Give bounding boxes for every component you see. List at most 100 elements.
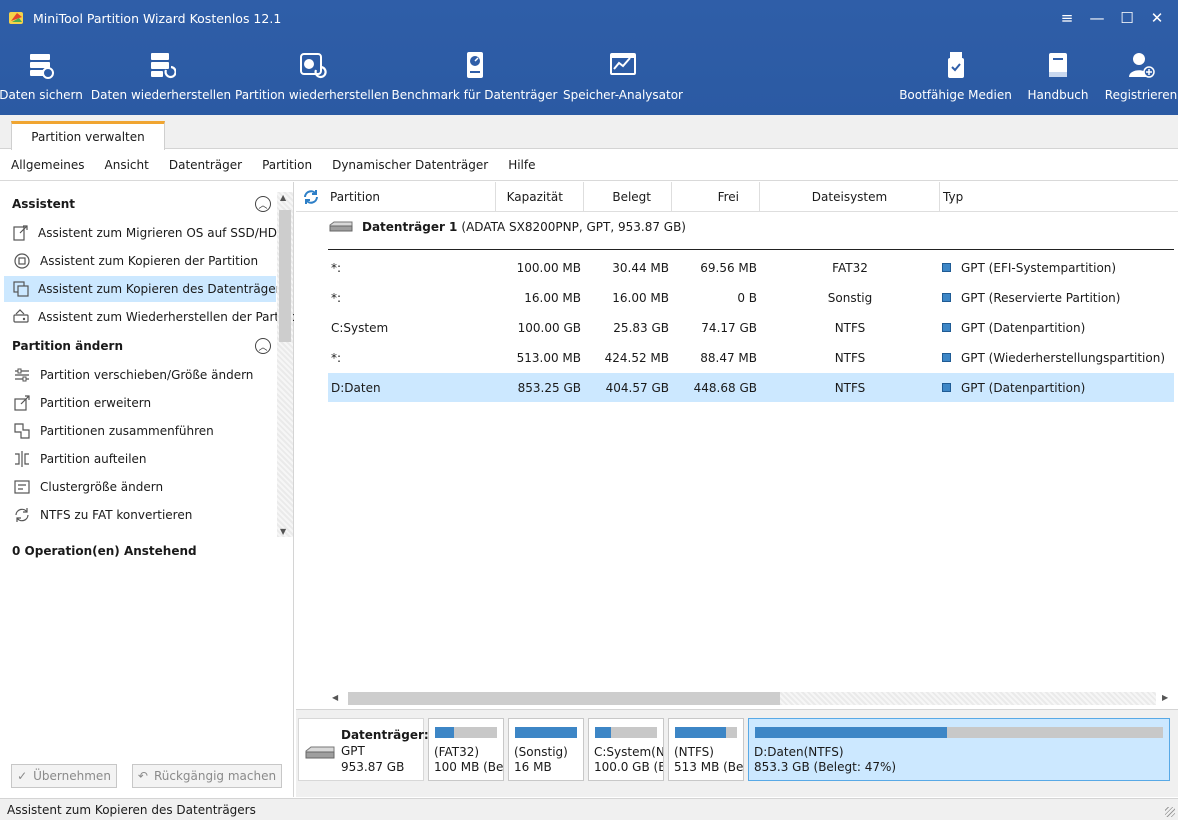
toolbar-space-analyzer-button[interactable]: Speicher-Analysator — [563, 50, 683, 108]
menu-hilfe[interactable]: Hilfe — [508, 158, 535, 172]
undo-button[interactable]: ↶ Rückgängig machen — [132, 764, 282, 788]
sidebar-item-resize[interactable]: Partition verschieben/Größe ändern — [4, 362, 276, 388]
disk-header-row[interactable]: Datenträger 1 (ADATA SX8200PNP, GPT, 953… — [328, 220, 686, 234]
action-list[interactable]: Assistent ︿ Assistent zum Migrieren OS a… — [0, 182, 294, 538]
scroll-left-icon[interactable]: ◀ — [332, 693, 338, 702]
sidebar-item-extend[interactable]: Partition erweitern — [4, 390, 276, 416]
table-row[interactable]: *: 513.00 MB 424.52 MB 88.47 MB NTFS GPT… — [328, 343, 1174, 372]
usage-bar — [595, 727, 657, 738]
disk-map-partition[interactable]: (Sonstig) 16 MB — [508, 718, 584, 781]
menu-icon[interactable]: ≡ — [1052, 6, 1082, 30]
sidebar-item-copy-disk[interactable]: Assistent zum Kopieren des Datenträgers — [4, 276, 287, 302]
toolbar-label: Handbuch — [1027, 88, 1089, 102]
partition-info: 100 MB (Bele — [434, 760, 504, 774]
grid-scroll-thumb[interactable] — [348, 692, 780, 705]
column-header-filesystem[interactable]: Dateisystem — [760, 182, 940, 212]
cell-used: 424.52 MB — [604, 350, 669, 365]
toolbar-manual-button[interactable]: Handbuch — [1027, 50, 1089, 108]
sidebar-item-recover-partition[interactable]: Assistent zum Wiederherstellen der Parti… — [4, 304, 294, 330]
grid-header: Partition Kapazität Belegt Frei Dateisys… — [296, 182, 1178, 212]
menu-allgemeines[interactable]: Allgemeines — [11, 158, 85, 172]
menu-partition[interactable]: Partition — [262, 158, 312, 172]
column-header-type[interactable]: Typ — [940, 182, 1178, 212]
grid-scroll-track[interactable] — [780, 692, 1156, 705]
partition-recovery-icon — [300, 53, 327, 79]
column-header-free[interactable]: Frei — [672, 182, 760, 212]
disk-map-partition[interactable]: C:System(NT 100.0 GB (Bel — [588, 718, 664, 781]
sidebar-item-convert[interactable]: NTFS zu FAT konvertieren — [4, 502, 276, 528]
cell-filesystem: NTFS — [834, 320, 866, 335]
sidebar-item-merge[interactable]: Partitionen zusammenführen — [4, 418, 276, 444]
scroll-right-icon[interactable]: ▶ — [1162, 693, 1168, 702]
sidebar-item-cluster-size[interactable]: Clustergröße ändern — [4, 474, 276, 500]
cell-type: GPT (Datenpartition) — [942, 373, 1085, 402]
sidebar-item-split[interactable]: Partition aufteilen — [4, 446, 276, 472]
benchmark-icon — [466, 52, 483, 78]
apply-button[interactable]: ✓ Übernehmen — [11, 764, 117, 788]
disk-map-partition-selected[interactable]: D:Daten(NTFS) 853.3 GB (Belegt: 47%) — [748, 718, 1170, 781]
status-text: Assistent zum Kopieren des Datenträgers — [7, 802, 256, 817]
table-row[interactable]: *: 16.00 MB 16.00 MB 0 B Sonstig GPT (Re… — [328, 283, 1174, 312]
close-button[interactable]: ✕ — [1142, 6, 1172, 30]
toolbar-register-button[interactable]: Registrieren — [1104, 50, 1178, 108]
cell-used: 25.83 GB — [613, 320, 669, 335]
toolbar-data-recovery-button[interactable]: Daten wiederherstellen — [91, 50, 231, 108]
sidebar-item-label: Clustergröße ändern — [40, 480, 164, 494]
partition-info: 853.3 GB (Belegt: 47%) — [754, 760, 897, 774]
sidebar-item-migrate-os[interactable]: Assistent zum Migrieren OS auf SSD/HD — [4, 220, 277, 246]
extend-icon — [12, 394, 32, 412]
resize-grip-icon[interactable] — [1165, 807, 1175, 817]
collapse-partition-aendern-button[interactable]: ︿ — [255, 338, 271, 354]
disk-map-disk-card[interactable]: Datenträger:1 GPT 953.87 GB — [298, 718, 437, 781]
cluster-size-icon — [12, 478, 32, 496]
toolbar-partition-recovery-button[interactable]: Partition wiederherstellen — [235, 50, 389, 108]
disk-map-partition[interactable]: (FAT32) 100 MB (Bele — [428, 718, 504, 781]
partition-type-icon — [942, 353, 951, 362]
sidebar-scroll-thumb[interactable] — [279, 210, 291, 342]
data-recovery-icon — [151, 53, 176, 79]
scroll-down-icon[interactable]: ▼ — [280, 527, 286, 536]
cell-partition: *: — [331, 350, 342, 365]
disk-map-disk-size: 953.87 GB — [341, 760, 405, 774]
apply-label: Übernehmen — [33, 769, 111, 783]
usage-bar — [675, 727, 737, 738]
sidebar-item-copy-partition[interactable]: Assistent zum Kopieren der Partition — [4, 248, 276, 274]
undo-icon: ↶ — [137, 769, 148, 783]
cell-used: 404.57 GB — [605, 380, 669, 395]
sidebar-item-label: Assistent zum Wiederherstellen der Parti… — [38, 310, 294, 324]
column-header-used[interactable]: Belegt — [584, 182, 672, 212]
grid-horizontal-scrollbar[interactable]: ◀ ▶ — [332, 690, 1172, 707]
refresh-icon[interactable] — [302, 188, 320, 206]
cell-type: GPT (Wiederherstellungspartition) — [942, 343, 1165, 372]
menu-ansicht[interactable]: Ansicht — [105, 158, 149, 172]
table-row[interactable]: C:System 100.00 GB 25.83 GB 74.17 GB NTF… — [328, 313, 1174, 342]
toolbar-label: Partition wiederherstellen — [235, 88, 389, 102]
toolbar-bootable-media-button[interactable]: Bootfähige Medien — [899, 50, 1012, 108]
table-row-selected[interactable]: D:Daten 853.25 GB 404.57 GB 448.68 GB NT… — [328, 373, 1174, 402]
sidebar-item-label: Partition erweitern — [40, 396, 152, 410]
space-analyzer-icon — [610, 53, 636, 75]
collapse-assistent-button[interactable]: ︿ — [255, 196, 271, 212]
toolbar-benchmark-button[interactable]: Benchmark für Datenträger — [392, 50, 557, 108]
partition-info: 513 MB (Bele — [674, 760, 744, 774]
toolbar-backup-button[interactable]: Daten sichern — [0, 50, 83, 108]
toolbar-label: Speicher-Analysator — [563, 88, 683, 102]
column-header-capacity[interactable]: Kapazität — [496, 182, 584, 212]
partition-info: 16 MB — [514, 760, 552, 774]
disk-detail: (ADATA SX8200PNP, GPT, 953.87 GB) — [461, 220, 686, 234]
menu-dynamischer-datentraeger[interactable]: Dynamischer Datenträger — [332, 158, 488, 172]
minimize-button[interactable]: — — [1082, 6, 1112, 30]
scroll-up-icon[interactable]: ▲ — [280, 193, 286, 202]
maximize-button[interactable]: ☐ — [1112, 6, 1142, 30]
cell-capacity: 16.00 MB — [524, 290, 581, 305]
menu-datentraeger[interactable]: Datenträger — [169, 158, 242, 172]
sidebar-scrollbar[interactable]: ▲ ▼ — [277, 192, 293, 537]
toolbar-label: Daten sichern — [0, 88, 83, 102]
table-row[interactable]: *: 100.00 MB 30.44 MB 69.56 MB FAT32 GPT… — [328, 253, 1174, 282]
toolbar-label: Registrieren — [1104, 88, 1178, 102]
disk-map-partition[interactable]: (NTFS) 513 MB (Bele — [668, 718, 744, 781]
disk-map-disk-type: GPT — [341, 744, 365, 758]
column-header-partition[interactable]: Partition — [324, 182, 496, 212]
cell-filesystem: Sonstig — [827, 290, 873, 305]
tab-partition-verwalten[interactable]: Partition verwalten — [11, 121, 165, 150]
